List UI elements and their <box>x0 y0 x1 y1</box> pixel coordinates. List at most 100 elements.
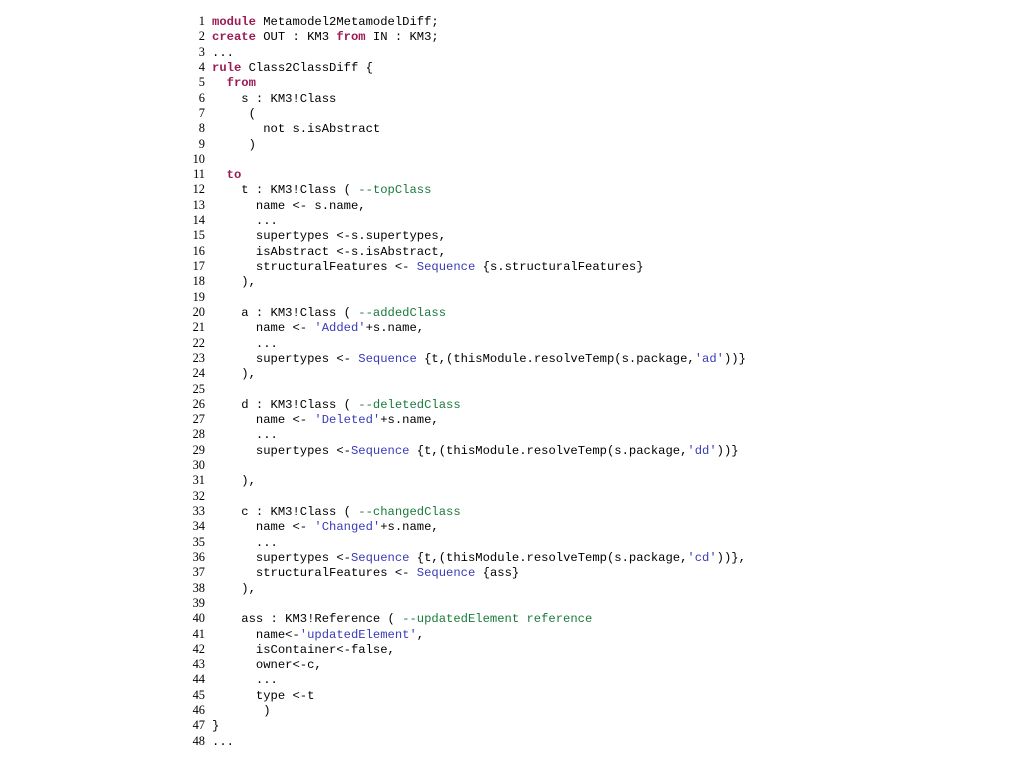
line-number: 33 <box>192 504 205 518</box>
line-number: 13 <box>192 197 205 212</box>
code-token-plain: s : KM3!Class <box>212 91 337 106</box>
code-line-content: create OUT : KM3 from IN : KM3; <box>205 30 439 45</box>
code-token-plain: a : KM3!Class ( <box>212 305 359 320</box>
code-token-plain: name<- <box>212 627 300 642</box>
code-token-type: Sequence <box>358 351 417 366</box>
code-token-plain: +s.name, <box>380 413 439 428</box>
code-line: 20 a : KM3!Class ( --addedClass <box>186 305 1006 320</box>
code-line-content: isContainer<-false, <box>205 643 395 658</box>
code-line-content: name <- s.name, <box>205 199 366 214</box>
line-number: 14 <box>192 213 205 228</box>
code-token-plain: name <- <box>212 321 315 336</box>
code-token-plain: ass : KM3!Reference ( <box>212 612 403 627</box>
code-line-content: ... <box>205 673 278 688</box>
code-line-content: c : KM3!Class ( --changedClass <box>205 505 460 520</box>
code-line: 15 supertypes <-s.supertypes, <box>186 228 1006 243</box>
code-line: 35 ... <box>186 535 1006 550</box>
code-token-plain: ... <box>212 734 234 749</box>
code-token-plain: IN : KM3; <box>365 30 439 45</box>
code-token-plain: ), <box>212 367 256 382</box>
code-token-plain: ... <box>212 45 234 60</box>
code-token-plain: structuralFeatures <- <box>212 566 417 581</box>
code-line-content: ... <box>205 46 234 61</box>
code-line: 36 supertypes <-Sequence {t,(thisModule.… <box>186 550 1006 565</box>
code-token-comment: --topClass <box>358 183 432 198</box>
code-token-plain: isContainer<-false, <box>212 642 395 657</box>
code-token-plain: {t,(thisModule.resolveTemp(s.package, <box>409 443 688 458</box>
code-line-content: rule Class2ClassDiff { <box>205 61 373 76</box>
code-token-plain: ), <box>212 581 256 596</box>
code-line-content: ) <box>205 704 270 719</box>
code-line: 48... <box>186 734 1006 749</box>
code-line-content: ), <box>205 582 256 597</box>
line-number: 1 <box>198 14 205 28</box>
code-line-content: to <box>205 168 242 183</box>
code-listing: 1 module Metamodel2MetamodelDiff; 2 create … <box>186 14 1006 749</box>
code-line: 26 d : KM3!Class ( --deletedClass <box>186 397 1006 412</box>
line-number: 15 <box>192 228 205 243</box>
line-number: 29 <box>192 442 205 457</box>
code-token-keyword: module <box>212 15 256 29</box>
code-token-plain: ... <box>212 673 278 688</box>
code-line-content: ( <box>205 107 256 122</box>
code-token-plain: supertypes <-s.supertypes, <box>212 229 447 244</box>
code-line: 37 structuralFeatures <- Sequence {ass} <box>186 565 1006 580</box>
code-line: 45 type <-t <box>186 688 1006 703</box>
code-token-string: 'Changed' <box>314 520 381 535</box>
code-line: 24 ), <box>186 366 1006 381</box>
code-line-content: } <box>205 719 219 734</box>
line-number: 18 <box>192 274 205 289</box>
code-line-content: not s.isAbstract <box>205 122 380 137</box>
line-number: 27 <box>192 412 205 427</box>
code-line: 8 not s.isAbstract <box>186 121 1006 136</box>
code-line-content: type <-t <box>205 689 315 704</box>
line-number: 5 <box>198 75 205 90</box>
code-token-comment: --addedClass <box>358 305 447 320</box>
code-token-plain: , <box>416 627 425 642</box>
code-line: 29 supertypes <-Sequence {t,(thisModule.… <box>186 443 1006 458</box>
line-number: 43 <box>192 657 205 672</box>
code-line: 13 name <- s.name, <box>186 198 1006 213</box>
code-line-content: supertypes <-Sequence {t,(thisModule.res… <box>205 551 746 566</box>
code-line: 14 ... <box>186 213 1006 228</box>
code-token-plain: c : KM3!Class ( <box>212 505 359 519</box>
code-line: 43 owner<-c, <box>186 657 1006 672</box>
code-token-keyword: create <box>212 30 256 45</box>
code-line: 16 isAbstract <-s.isAbstract, <box>186 244 1006 259</box>
code-line: 44 ... <box>186 672 1006 687</box>
code-line-content: from <box>205 76 256 91</box>
code-token-plain: supertypes <- <box>212 443 351 458</box>
line-number: 36 <box>192 549 205 564</box>
line-number: 26 <box>192 396 205 411</box>
code-line: 46 ) <box>186 703 1006 718</box>
code-token-plain: ))} <box>723 351 746 366</box>
code-line-content: name <- 'Changed'+s.name, <box>205 520 439 535</box>
code-token-plain: name <- <box>212 413 315 428</box>
code-token-string: 'updatedElement' <box>299 627 417 642</box>
line-number: 45 <box>192 687 205 702</box>
code-line-content: name <- 'Deleted'+s.name, <box>205 413 439 428</box>
code-line-content: ... <box>205 536 278 551</box>
code-line: 25 <box>186 382 1006 397</box>
code-line-content: s : KM3!Class <box>205 92 336 107</box>
line-number: 47 <box>192 718 205 733</box>
line-number: 11 <box>193 167 205 182</box>
code-line-content: supertypes <-s.supertypes, <box>205 229 446 244</box>
line-number: 6 <box>198 90 205 105</box>
code-token-plain: ... <box>212 214 278 229</box>
code-token-string: 'Added' <box>314 321 366 336</box>
code-token-plain: Class2ClassDiff { <box>241 60 373 75</box>
line-number: 38 <box>192 580 205 595</box>
code-line-content: isAbstract <-s.isAbstract, <box>205 245 446 260</box>
code-line-content: ), <box>205 367 256 382</box>
line-number: 34 <box>192 519 205 534</box>
code-token-comment: --updatedElement reference <box>402 612 593 627</box>
line-number: 28 <box>192 427 205 442</box>
line-number: 48 <box>192 733 205 748</box>
code-token-plain: ))} <box>716 443 739 458</box>
code-token-plain: +s.name, <box>380 520 439 535</box>
code-line: 33 c : KM3!Class ( --changedClass <box>186 504 1006 519</box>
line-number: 3 <box>198 44 205 59</box>
